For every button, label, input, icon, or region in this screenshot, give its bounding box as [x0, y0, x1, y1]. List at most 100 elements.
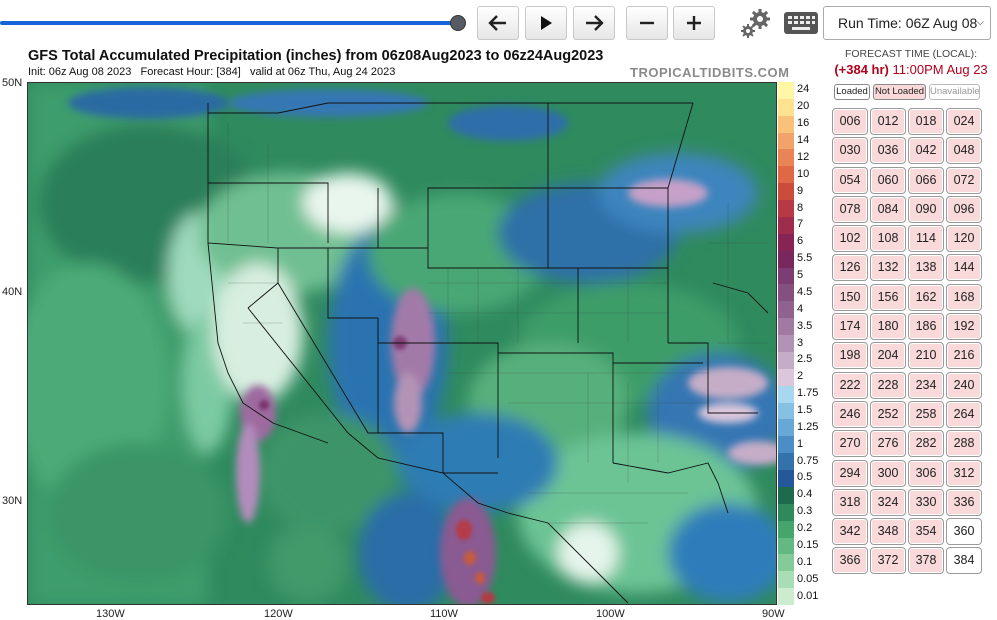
forecast-hour-button[interactable]: 222: [832, 371, 868, 399]
forecast-hour-button[interactable]: 360: [946, 518, 982, 546]
forecast-hour-grid: 006 012 018 024 030 036 042 048 054 060 066 072 078 0…: [832, 108, 984, 577]
forecast-hour-button[interactable]: 030: [832, 137, 868, 165]
time-slider-track[interactable]: [0, 21, 458, 25]
lat-label: 50N: [2, 77, 23, 89]
forecast-hour-button[interactable]: 180: [870, 313, 906, 341]
forecast-hour-button[interactable]: 354: [908, 518, 944, 546]
forecast-hour-button[interactable]: 054: [832, 166, 868, 194]
forecast-hour-button[interactable]: 336: [946, 488, 982, 516]
forecast-hour-button[interactable]: 102: [832, 225, 868, 253]
colorbar-tick-label: 0.5: [797, 471, 813, 484]
forecast-hour-button[interactable]: 240: [946, 371, 982, 399]
keyboard-icon[interactable]: [784, 12, 818, 34]
forecast-hour-button[interactable]: 156: [870, 283, 906, 311]
forecast-hour-button[interactable]: 150: [832, 283, 868, 311]
forecast-hour-button[interactable]: 036: [870, 137, 906, 165]
play-button[interactable]: [525, 6, 567, 40]
forecast-hour-button[interactable]: 384: [946, 547, 982, 575]
forecast-hour-button[interactable]: 282: [908, 430, 944, 458]
forecast-hour-button[interactable]: 252: [870, 400, 906, 428]
colorbar-segment: [778, 436, 794, 454]
run-time-select[interactable]: Run Time: 06Z Aug 08 ⌵: [823, 6, 991, 40]
forecast-hour-button[interactable]: 174: [832, 313, 868, 341]
forecast-hour-button[interactable]: 378: [908, 547, 944, 575]
forecast-hour-button[interactable]: 066: [908, 166, 944, 194]
forecast-hour-button[interactable]: 168: [946, 283, 982, 311]
arrow-right-icon: [586, 15, 604, 31]
colorbar-segment: [778, 200, 794, 218]
forecast-hour-button[interactable]: 006: [832, 108, 868, 135]
lat-label: 30N: [2, 495, 23, 507]
forecast-hour-button[interactable]: 342: [832, 518, 868, 546]
forecast-hour-offset: (+384 hr): [834, 62, 889, 77]
arrow-left-icon: [488, 15, 506, 31]
forecast-hour-button[interactable]: 144: [946, 254, 982, 282]
forecast-hour-button[interactable]: 186: [908, 313, 944, 341]
play-icon: [541, 16, 552, 30]
forecast-hour-button[interactable]: 318: [832, 488, 868, 516]
colorbar-segment: [778, 98, 794, 117]
forecast-hour-button[interactable]: 024: [946, 108, 982, 135]
forecast-hour-button[interactable]: 276: [870, 430, 906, 458]
forecast-hour-button[interactable]: 060: [870, 166, 906, 194]
zoom-in-button[interactable]: [673, 6, 715, 40]
forecast-hour-button[interactable]: 348: [870, 518, 906, 546]
colorbar-segment: [778, 216, 794, 235]
forecast-hour-button[interactable]: 258: [908, 400, 944, 428]
colorbar-segment: [778, 335, 794, 353]
forecast-hour-button[interactable]: 288: [946, 430, 982, 458]
forecast-hour-button[interactable]: 294: [832, 459, 868, 487]
forecast-hour-button[interactable]: 312: [946, 459, 982, 487]
forecast-hour-button[interactable]: 072: [946, 166, 982, 194]
forecast-hour-button[interactable]: 198: [832, 342, 868, 370]
forecast-hour-button[interactable]: 246: [832, 400, 868, 428]
forecast-hour-button[interactable]: 234: [908, 371, 944, 399]
forecast-hour-button[interactable]: 366: [832, 547, 868, 575]
colorbar-tick-label: 5: [797, 269, 804, 282]
colorbar-tick-label: 0.4: [797, 488, 813, 501]
prev-button[interactable]: [477, 6, 519, 40]
forecast-hour-button[interactable]: 018: [908, 108, 944, 135]
forecast-hour-button[interactable]: 210: [908, 342, 944, 370]
forecast-hour-button[interactable]: 078: [832, 195, 868, 223]
forecast-hour-button[interactable]: 096: [946, 195, 982, 223]
forecast-hour-button[interactable]: 084: [870, 195, 906, 223]
forecast-hour-button[interactable]: 264: [946, 400, 982, 428]
forecast-hour-button[interactable]: 192: [946, 313, 982, 341]
forecast-hour-button[interactable]: 300: [870, 459, 906, 487]
colorbar-segment: [778, 571, 794, 589]
colorbar-tick-label: 8: [797, 201, 804, 214]
forecast-hour-button[interactable]: 126: [832, 254, 868, 282]
forecast-hour-button[interactable]: 228: [870, 371, 906, 399]
colorbar-segment: [778, 537, 794, 555]
colorbar-segment: [778, 233, 794, 252]
time-slider-knob[interactable]: [450, 15, 466, 31]
forecast-hour-button[interactable]: 012: [870, 108, 906, 135]
colorbar-segment: [778, 250, 794, 269]
forecast-hour-button[interactable]: 120: [946, 225, 982, 253]
colorbar-segment: [778, 503, 794, 522]
forecast-hour-button[interactable]: 216: [946, 342, 982, 370]
colorbar-segment: [778, 385, 794, 404]
lat-label: 40N: [2, 286, 23, 298]
forecast-hour-button[interactable]: 108: [870, 225, 906, 253]
forecast-hour-button[interactable]: 330: [908, 488, 944, 516]
gear-icon[interactable]: [738, 8, 774, 40]
forecast-hour-button[interactable]: 048: [946, 137, 982, 165]
zoom-out-button[interactable]: [626, 6, 668, 40]
forecast-hour-button[interactable]: 372: [870, 547, 906, 575]
colorbar-tick-label: 3: [797, 336, 804, 349]
forecast-hour-button[interactable]: 306: [908, 459, 944, 487]
forecast-hour-button[interactable]: 042: [908, 137, 944, 165]
forecast-hour-button[interactable]: 114: [908, 225, 944, 253]
forecast-hour-button[interactable]: 324: [870, 488, 906, 516]
forecast-hour-button[interactable]: 132: [870, 254, 906, 282]
colorbar-tick-label: 2.5: [797, 353, 813, 366]
next-button[interactable]: [573, 6, 615, 40]
forecast-hour-button[interactable]: 270: [832, 430, 868, 458]
forecast-hour-button[interactable]: 162: [908, 283, 944, 311]
forecast-hour-button[interactable]: 204: [870, 342, 906, 370]
forecast-local-time: 11:00PM Aug 23: [892, 62, 988, 77]
forecast-hour-button[interactable]: 090: [908, 195, 944, 223]
forecast-hour-button[interactable]: 138: [908, 254, 944, 282]
